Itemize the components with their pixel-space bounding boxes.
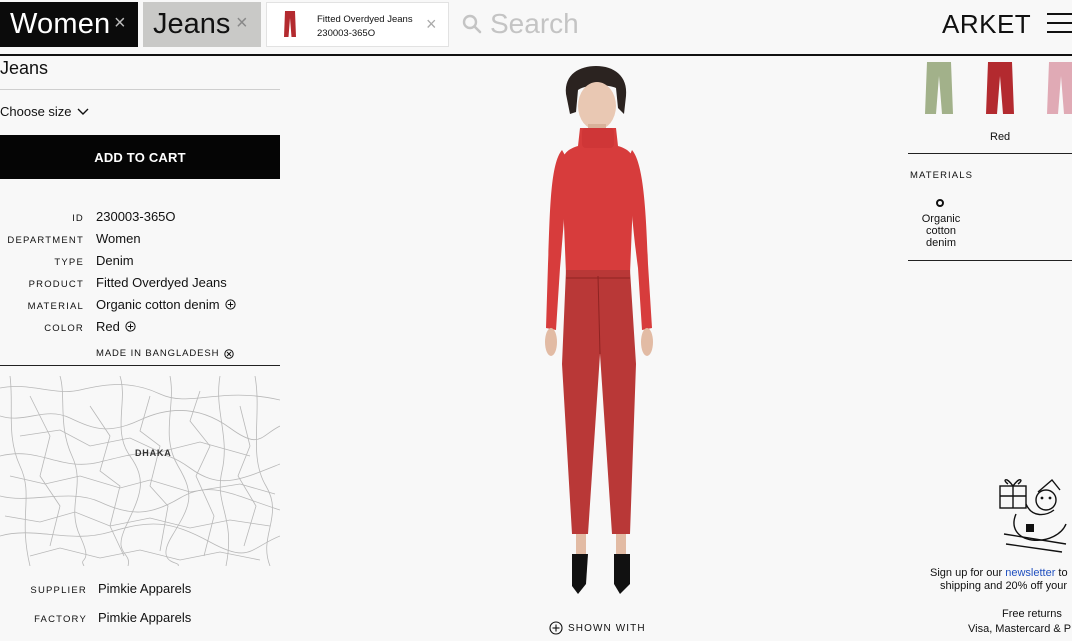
spec-key: ID	[72, 213, 84, 224]
product-image-area: SHOWN WITH	[440, 56, 760, 641]
search-bar[interactable]: Search	[462, 8, 579, 40]
color-swatch-sage[interactable]	[924, 60, 954, 116]
model-product-image[interactable]	[520, 64, 680, 604]
close-circle-icon[interactable]	[224, 348, 235, 359]
spec-value: Denim	[96, 253, 134, 268]
material-ring-icon[interactable]	[936, 199, 944, 207]
product-chip-name: Fitted Overdyed Jeans	[317, 14, 413, 25]
category-title: Jeans	[0, 58, 49, 78]
chevron-down-icon	[77, 108, 89, 115]
plus-circle-icon	[549, 621, 563, 635]
spec-key: MATERIAL	[27, 301, 84, 312]
made-in-link[interactable]: MADE IN BANGLADESH	[96, 348, 235, 359]
brand-logo[interactable]: ARKET	[942, 9, 1031, 40]
divider	[908, 153, 1072, 154]
spec-key: PRODUCT	[28, 279, 84, 290]
materials-heading: MATERIALS	[910, 170, 974, 181]
spec-value: Women	[96, 231, 141, 246]
spec-row-product: PRODUCT Fitted Overdyed Jeans	[0, 273, 280, 295]
search-input[interactable]: Search	[490, 8, 579, 40]
divider	[908, 260, 1072, 261]
material-label[interactable]: Organic cotton denim	[910, 213, 972, 249]
color-swatch-pink[interactable]	[1046, 60, 1072, 116]
close-icon[interactable]: ×	[236, 12, 248, 35]
divider	[0, 89, 280, 90]
spec-value: Fitted Overdyed Jeans	[96, 275, 227, 290]
payment-cards-text: Visa, Mastercard & P	[968, 623, 1072, 635]
plus-circle-icon[interactable]	[125, 321, 136, 332]
filter-chip-jeans[interactable]: Jeans ×	[143, 2, 261, 47]
filter-chip-women[interactable]: Women ×	[0, 2, 138, 47]
choose-size-label: Choose size	[0, 104, 72, 119]
supplier-row: SUPPLIER Pimkie Apparels	[0, 579, 280, 601]
selected-color-label: Red	[990, 131, 1011, 143]
spec-row-color: COLOR Red	[0, 317, 280, 339]
map-city-label: DHAKA	[135, 448, 172, 458]
shown-with-button[interactable]: SHOWN WITH	[549, 621, 646, 635]
made-in-label: MADE IN BANGLADESH	[96, 348, 220, 359]
factory-row: FACTORY Pimkie Apparels	[0, 608, 280, 630]
spec-row-id: ID 230003-365O	[0, 207, 280, 229]
supplier-value: Pimkie Apparels	[98, 581, 192, 596]
free-returns-text: Free returns	[1002, 608, 1062, 620]
spec-row-type: TYPE Denim	[0, 251, 280, 273]
filter-chip-product[interactable]: Fitted Overdyed Jeans 230003-365O ×	[266, 2, 449, 47]
plus-circle-icon[interactable]	[224, 299, 236, 310]
jeans-thumbnail-icon	[284, 11, 296, 37]
bangladesh-map: DHAKA	[0, 376, 280, 566]
gift-illustration-icon	[999, 478, 1067, 553]
divider	[0, 365, 280, 366]
choose-size-dropdown[interactable]: Choose size	[0, 104, 89, 119]
supplier-key: SUPPLIER	[30, 585, 87, 596]
close-icon[interactable]: ×	[426, 14, 437, 35]
factory-key: FACTORY	[34, 614, 87, 625]
product-chip-id: 230003-365O	[317, 28, 376, 39]
spec-value[interactable]: Red	[96, 319, 136, 334]
add-to-cart-button[interactable]: ADD TO CART	[0, 135, 280, 179]
spec-row-material: MATERIAL Organic cotton denim	[0, 295, 280, 317]
spec-value[interactable]: Organic cotton denim	[96, 297, 236, 312]
shown-with-label: SHOWN WITH	[568, 622, 646, 634]
spec-key: COLOR	[44, 323, 84, 334]
top-bar: Women × Jeans × Fitted Overdyed Jeans 23…	[0, 0, 1072, 56]
close-icon[interactable]: ×	[114, 12, 126, 35]
search-icon	[462, 14, 482, 34]
filter-chip-label: Jeans	[153, 8, 231, 40]
color-swatch-red[interactable]	[985, 60, 1015, 116]
spec-key: DEPARTMENT	[7, 235, 84, 246]
hamburger-menu-icon[interactable]	[1047, 13, 1072, 33]
filter-chip-label: Women	[10, 8, 111, 40]
newsletter-link[interactable]: newsletter	[1005, 567, 1055, 579]
spec-value: 230003-365O	[96, 209, 176, 224]
factory-value: Pimkie Apparels	[98, 610, 192, 625]
spec-key: TYPE	[54, 257, 84, 268]
newsletter-text: Sign up for our newsletter to shipping a…	[930, 567, 1068, 592]
spec-row-department: DEPARTMENT Women	[0, 229, 280, 251]
